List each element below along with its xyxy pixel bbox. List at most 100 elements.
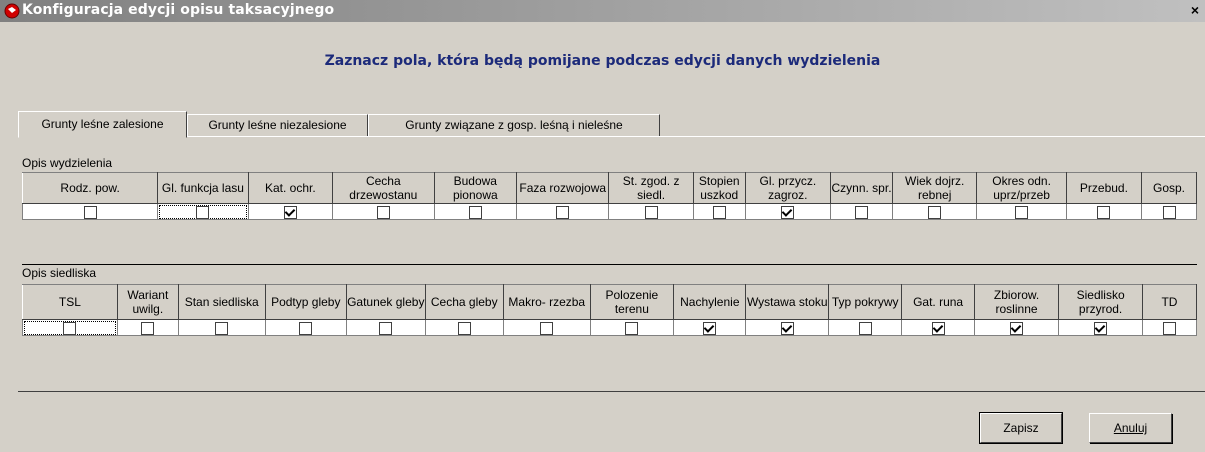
- checkbox[interactable]: [1010, 321, 1024, 335]
- column-header: Nachylenie: [673, 284, 747, 320]
- checkbox-cell[interactable]: [608, 203, 694, 220]
- checkbox-cell[interactable]: [177, 319, 266, 336]
- checkbox[interactable]: [858, 321, 872, 335]
- checkbox-cell[interactable]: [830, 203, 894, 220]
- checkbox[interactable]: [83, 205, 97, 219]
- window-title: Konfiguracja edycji opisu taksacyjnego: [22, 2, 335, 18]
- checkbox[interactable]: [928, 205, 942, 219]
- cancel-button[interactable]: Anuluj: [1089, 413, 1172, 443]
- checkbox-cell[interactable]: [692, 203, 746, 220]
- close-icon[interactable]: ×: [1187, 3, 1203, 18]
- checkbox[interactable]: [1097, 205, 1111, 219]
- checkbox[interactable]: [1015, 205, 1029, 219]
- column-header: Polozenie terenu: [589, 284, 675, 320]
- checkbox-cell[interactable]: [21, 203, 159, 220]
- checkbox-cell[interactable]: [976, 203, 1067, 220]
- checkbox-cell[interactable]: [424, 319, 504, 336]
- checkbox-cell[interactable]: [1065, 203, 1143, 220]
- column-header: Gosp.: [1141, 172, 1197, 204]
- checkbox-cell[interactable]: [589, 319, 675, 336]
- checkbox-cell[interactable]: [332, 203, 435, 220]
- column-header: Stopien uszkod: [692, 172, 746, 204]
- opis-siedliska-label: Opis siedliska: [22, 266, 97, 280]
- checkbox[interactable]: [625, 321, 639, 335]
- column-header: Gl. przycz. zagroz.: [744, 172, 832, 204]
- page-heading: Zaznacz pola, która będą pomijane podcza…: [324, 53, 881, 69]
- grid-checkbox-row: [22, 319, 1198, 336]
- column-header: Przebud.: [1065, 172, 1143, 204]
- checkbox[interactable]: [63, 321, 77, 335]
- checkbox-cell[interactable]: [515, 203, 610, 220]
- grid-header-row: Rodz. pow. Gl. funkcja lasu Kat. ochr. Cech…: [21, 172, 1197, 204]
- checkbox[interactable]: [376, 205, 390, 219]
- column-header: Wariant uwilg.: [116, 284, 179, 320]
- opis-wydzielenia-label: Opis wydzielenia: [22, 156, 113, 170]
- checkbox-cell[interactable]: [157, 203, 249, 220]
- column-header: Budowa pionowa: [433, 172, 517, 204]
- checkbox[interactable]: [1162, 321, 1176, 335]
- column-header: Faza rozwojowa: [515, 172, 610, 204]
- checkbox[interactable]: [540, 321, 554, 335]
- column-header: Stan siedliska: [177, 284, 266, 320]
- checkbox[interactable]: [1094, 321, 1108, 335]
- checkbox-cell[interactable]: [264, 319, 348, 336]
- column-header: Zbiorow. roslinne: [973, 284, 1060, 320]
- column-header: Typ pokrywy: [828, 284, 903, 320]
- checkbox[interactable]: [141, 321, 155, 335]
- checkbox[interactable]: [931, 321, 945, 335]
- opis-siedliska-grid: TSL Wariant uwilg. Stan siedliska Podtyp gl…: [22, 284, 1198, 336]
- checkbox[interactable]: [781, 205, 795, 219]
- checkbox[interactable]: [1162, 205, 1176, 219]
- checkbox[interactable]: [644, 205, 658, 219]
- checkbox-cell[interactable]: [433, 203, 517, 220]
- checkbox[interactable]: [379, 321, 393, 335]
- column-header: Kat. ochr.: [247, 172, 334, 204]
- grid-header-row: TSL Wariant uwilg. Stan siedliska Podtyp gl…: [22, 284, 1198, 320]
- tab-grunty-lesne-zalesione[interactable]: Grunty leśne zalesione: [18, 111, 187, 138]
- column-header: Cecha drzewostanu: [332, 172, 435, 204]
- checkbox[interactable]: [703, 321, 717, 335]
- save-button[interactable]: Zapisz: [979, 412, 1063, 444]
- checkbox-cell[interactable]: [973, 319, 1060, 336]
- checkbox[interactable]: [780, 321, 794, 335]
- column-header: St. zgod. z siedl.: [608, 172, 694, 204]
- column-header: Wiek dojrz. rebnej: [892, 172, 978, 204]
- checkbox[interactable]: [196, 205, 210, 219]
- grid-checkbox-row: [21, 203, 1197, 220]
- cancel-label: Anuluj: [1113, 421, 1148, 435]
- column-header: Makro- rzezba: [502, 284, 591, 320]
- checkbox-cell[interactable]: [745, 319, 830, 336]
- column-header: TD: [1141, 284, 1198, 320]
- checkbox-cell[interactable]: [247, 203, 334, 220]
- column-header: Siedlisko przyrod.: [1058, 284, 1143, 320]
- checkbox[interactable]: [283, 205, 297, 219]
- column-header: Podtyp gleby: [264, 284, 348, 320]
- checkbox[interactable]: [556, 205, 570, 219]
- checkbox-cell[interactable]: [346, 319, 426, 336]
- checkbox-cell[interactable]: [1058, 319, 1143, 336]
- tab-grunty-lesne-niezalesione[interactable]: Grunty leśne niezalesione: [187, 114, 368, 137]
- checkbox-cell[interactable]: [892, 203, 978, 220]
- checkbox-cell[interactable]: [502, 319, 591, 336]
- empty-row-area: [22, 240, 1197, 265]
- title-bar[interactable]: Konfiguracja edycji opisu taksacyjnego ×: [0, 0, 1205, 22]
- checkbox-cell[interactable]: [828, 319, 903, 336]
- column-header: Gat. runa: [901, 284, 975, 320]
- checkbox[interactable]: [468, 205, 482, 219]
- checkbox[interactable]: [712, 205, 726, 219]
- checkbox-cell[interactable]: [901, 319, 975, 336]
- column-header: Gatunek gleby: [346, 284, 426, 320]
- checkbox[interactable]: [215, 321, 229, 335]
- checkbox-cell[interactable]: [1141, 319, 1198, 336]
- checkbox-cell[interactable]: [22, 319, 118, 336]
- checkbox[interactable]: [855, 205, 869, 219]
- checkbox-cell[interactable]: [116, 319, 179, 336]
- checkbox[interactable]: [457, 321, 471, 335]
- tab-grunty-zwiazane[interactable]: Grunty związane z gosp. leśną i nieleśne: [368, 114, 660, 137]
- checkbox-cell[interactable]: [1141, 203, 1197, 220]
- checkbox-cell[interactable]: [673, 319, 747, 336]
- checkbox[interactable]: [299, 321, 313, 335]
- checkbox-cell[interactable]: [744, 203, 832, 220]
- column-header: Okres odn. uprz/przeb: [976, 172, 1067, 204]
- column-header: Rodz. pow.: [21, 172, 159, 204]
